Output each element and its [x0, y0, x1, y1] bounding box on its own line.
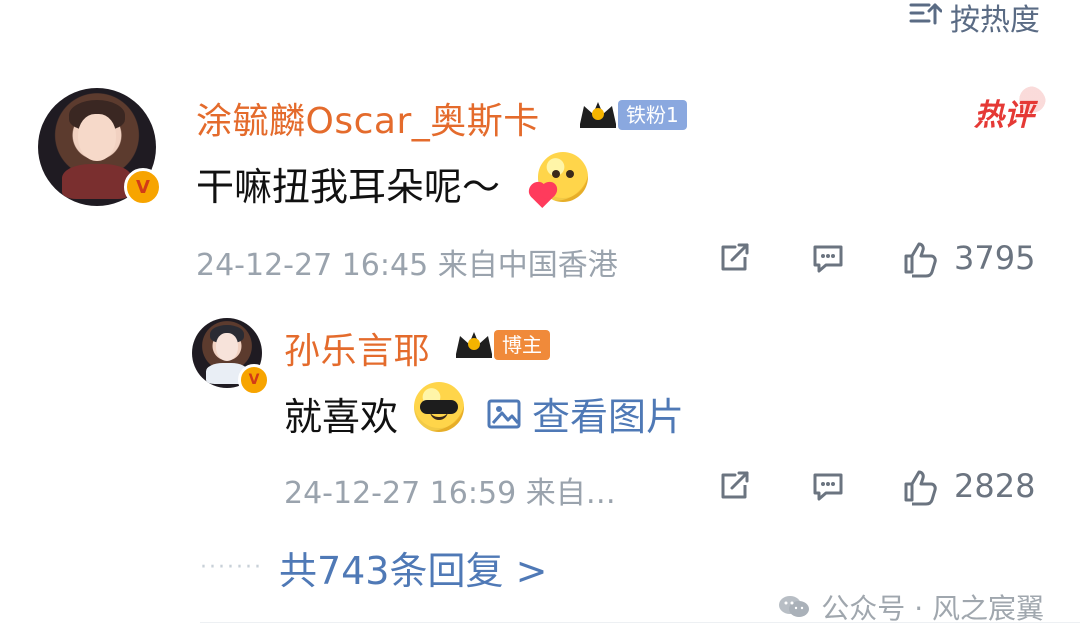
replies-row: ······· 共743条回复 >: [200, 540, 547, 595]
emoji-eye-right: [566, 170, 574, 178]
replies-dots: ·······: [200, 555, 263, 580]
verified-badge: V: [124, 168, 162, 206]
reply-avatar[interactable]: V: [192, 318, 270, 396]
crown-icon: [456, 332, 492, 358]
verified-badge: V: [238, 364, 270, 396]
view-image-label: 查看图片: [532, 395, 685, 439]
image-icon: [487, 399, 521, 428]
blush-heart-emoji: [530, 152, 588, 209]
emoji-eye-left: [552, 170, 560, 178]
reply-text: 就喜欢: [284, 395, 399, 439]
view-image-link[interactable]: 查看图片: [484, 386, 684, 441]
avatar-face: [215, 333, 239, 362]
heart-icon: [530, 183, 556, 209]
sort-label: 按热度: [950, 3, 1040, 38]
comment-meta: 24-12-27 16:45 来自中国香港: [196, 248, 618, 283]
wechat-icon: [779, 596, 810, 617]
reply-user-name[interactable]: 孙乐言耶: [284, 322, 430, 374]
avatar-face: [78, 113, 116, 162]
like-count: 3795: [954, 239, 1036, 277]
hot-comment-badge: 热评: [968, 86, 1046, 133]
thumbs-up-icon: [904, 470, 937, 506]
crown-icon: [580, 102, 616, 128]
watermark-text: 公众号 · 风之宸翼: [821, 592, 1044, 625]
avatar-shirt: [61, 163, 133, 199]
share-icon[interactable]: [714, 238, 754, 278]
reply-meta: 24-12-27 16:59 来自…: [284, 476, 616, 511]
comment-text: 干嘛扭我耳朵呢～: [196, 165, 501, 209]
divider: [200, 622, 1080, 623]
comment-user-name[interactable]: 涂毓麟Oscar_奥斯卡: [196, 92, 540, 144]
owner-badge: 博主: [494, 330, 550, 360]
comment-icon[interactable]: [808, 238, 848, 278]
sunglasses-emoji: [414, 382, 464, 432]
thumbs-up-icon: [904, 242, 937, 278]
watermark: 公众号 · 风之宸翼: [777, 587, 1044, 627]
sort-icon: [908, 0, 943, 35]
fan-badge: 铁粉1: [618, 100, 687, 130]
like-count: 2828: [954, 467, 1036, 505]
comment-avatar[interactable]: V: [38, 88, 162, 206]
comment-icon[interactable]: [808, 466, 848, 506]
emoji-mouth: [430, 407, 448, 420]
like-button[interactable]: 3795: [900, 238, 1035, 278]
weibo-comment-screen: 按热度 V 涂毓麟Oscar_奥斯卡 铁粉1 热评 干嘛扭我耳朵呢～ 24-12…: [0, 0, 1080, 643]
like-button[interactable]: 2828: [900, 466, 1035, 506]
share-icon[interactable]: [714, 466, 754, 506]
more-replies-link[interactable]: 共743条回复 >: [279, 540, 547, 595]
sort-control[interactable]: 按热度: [908, 0, 1040, 38]
